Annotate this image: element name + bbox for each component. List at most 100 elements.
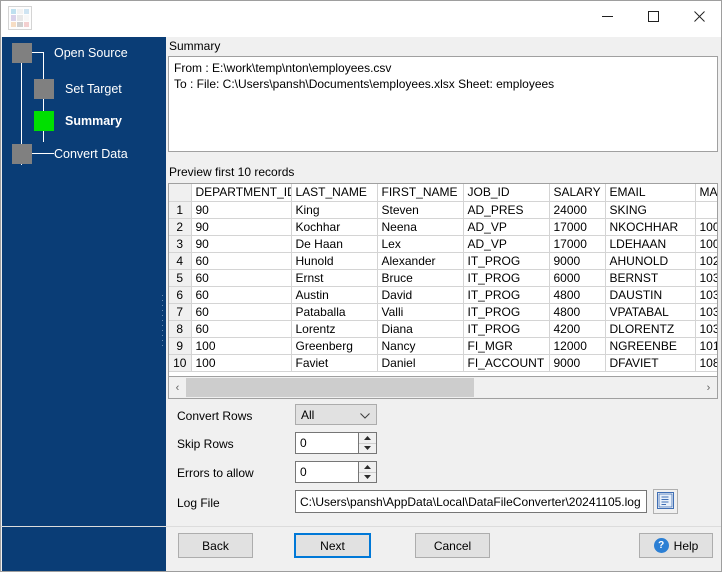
row-number-header[interactable]: 7 — [169, 303, 192, 321]
skip-rows-stepper[interactable]: 0 — [295, 432, 377, 454]
table-cell[interactable]: Alexander — [377, 252, 464, 270]
column-header[interactable]: JOB_ID — [463, 184, 550, 202]
column-header[interactable]: EMAIL — [605, 184, 696, 202]
table-cell[interactable]: Neena — [377, 218, 464, 236]
table-cell[interactable]: Faviet — [291, 354, 378, 372]
table-row[interactable]: 4 60 Hunold Alexander IT_PROG 9000 AHUNOLD 102 — [169, 252, 717, 270]
column-header[interactable]: DEPARTMENT_ID — [191, 184, 292, 202]
table-cell[interactable]: Lorentz — [291, 320, 378, 338]
table-cell[interactable]: DFAVIET — [605, 354, 696, 372]
table-cell[interactable]: AD_VP — [463, 218, 550, 236]
table-cell[interactable]: 101 — [695, 337, 717, 355]
table-cell[interactable]: 4800 — [549, 303, 606, 321]
table-cell[interactable]: 60 — [191, 286, 292, 304]
sidebar-item-summary[interactable]: Summary — [34, 110, 122, 132]
table-cell[interactable]: 9000 — [549, 354, 606, 372]
table-cell[interactable]: 17000 — [549, 218, 606, 236]
table-cell[interactable]: 102 — [695, 252, 717, 270]
scrollbar-thumb[interactable] — [186, 378, 474, 397]
stepper-buttons[interactable] — [358, 433, 376, 453]
grid-horizontal-scrollbar[interactable]: ‹ › — [168, 377, 718, 399]
minimize-button[interactable] — [584, 1, 630, 31]
table-cell[interactable]: 90 — [191, 235, 292, 253]
table-cell[interactable]: David — [377, 286, 464, 304]
convert-rows-select[interactable]: All — [295, 404, 377, 425]
table-cell[interactable]: 108 — [695, 354, 717, 372]
scroll-right-icon[interactable]: › — [700, 377, 717, 398]
table-cell[interactable]: 103 — [695, 320, 717, 338]
table-cell[interactable]: FI_MGR — [463, 337, 550, 355]
row-number-header[interactable]: 1 — [169, 201, 192, 219]
sidebar-item-set-target[interactable]: Set Target — [34, 78, 122, 100]
table-cell[interactable]: Ernst — [291, 269, 378, 287]
table-cell[interactable]: 24000 — [549, 201, 606, 219]
cancel-button[interactable]: Cancel — [415, 533, 490, 558]
table-cell[interactable]: 100 — [191, 354, 292, 372]
stepper-buttons[interactable] — [358, 462, 376, 482]
table-cell[interactable]: 100 — [695, 235, 717, 253]
back-button[interactable]: Back — [178, 533, 253, 558]
column-header[interactable]: FIRST_NAME — [377, 184, 464, 202]
table-row[interactable]: 8 60 Lorentz Diana IT_PROG 4200 DLORENTZ 103 — [169, 320, 717, 338]
table-cell[interactable]: 9000 — [549, 252, 606, 270]
table-cell[interactable]: 60 — [191, 320, 292, 338]
table-cell[interactable]: 17000 — [549, 235, 606, 253]
log-file-browse-button[interactable] — [653, 489, 678, 514]
scroll-left-icon[interactable]: ‹ — [169, 377, 186, 398]
table-cell[interactable]: Diana — [377, 320, 464, 338]
maximize-button[interactable] — [630, 1, 676, 31]
table-cell[interactable]: NGREENBE — [605, 337, 696, 355]
table-row[interactable]: 9 100 Greenberg Nancy FI_MGR 12000 NGREENBE 101 — [169, 337, 717, 355]
table-cell[interactable]: Nancy — [377, 337, 464, 355]
table-cell[interactable]: IT_PROG — [463, 320, 550, 338]
help-button[interactable]: ? Help — [639, 533, 713, 558]
table-cell[interactable]: Greenberg — [291, 337, 378, 355]
table-cell[interactable]: 6000 — [549, 269, 606, 287]
table-cell[interactable]: 90 — [191, 201, 292, 219]
table-cell[interactable] — [695, 201, 717, 219]
next-button[interactable]: Next — [294, 533, 371, 558]
table-cell[interactable]: AD_VP — [463, 235, 550, 253]
table-row[interactable]: 5 60 Ernst Bruce IT_PROG 6000 BERNST 103 — [169, 269, 717, 287]
close-button[interactable] — [676, 1, 721, 31]
column-header[interactable]: SALARY — [549, 184, 606, 202]
stepper-up-icon[interactable] — [359, 433, 376, 444]
table-cell[interactable]: LDEHAAN — [605, 235, 696, 253]
column-header[interactable]: MANAG — [695, 184, 717, 202]
table-cell[interactable]: Austin — [291, 286, 378, 304]
log-file-input[interactable]: C:\Users\pansh\AppData\Local\DataFileCon… — [295, 490, 647, 513]
table-cell[interactable]: NKOCHHAR — [605, 218, 696, 236]
summary-textbox[interactable]: From : E:\work\temp\nton\employees.csv T… — [168, 56, 718, 152]
table-cell[interactable]: Pataballa — [291, 303, 378, 321]
table-row[interactable]: 1 90 King Steven AD_PRES 24000 SKING — [169, 201, 717, 219]
table-cell[interactable]: 90 — [191, 218, 292, 236]
table-cell[interactable]: IT_PROG — [463, 303, 550, 321]
row-number-header[interactable]: 3 — [169, 235, 192, 253]
column-header[interactable]: LAST_NAME — [291, 184, 378, 202]
stepper-down-icon[interactable] — [359, 472, 376, 482]
table-cell[interactable]: SKING — [605, 201, 696, 219]
table-cell[interactable]: Steven — [377, 201, 464, 219]
table-row[interactable]: 7 60 Pataballa Valli IT_PROG 4800 VPATABAL 103 — [169, 303, 717, 321]
sidebar-item-convert-data[interactable]: Convert Data — [12, 143, 128, 165]
table-row[interactable]: 6 60 Austin David IT_PROG 4800 DAUSTIN 103 — [169, 286, 717, 304]
table-row[interactable]: 2 90 Kochhar Neena AD_VP 17000 NKOCHHAR 100 — [169, 218, 717, 236]
stepper-up-icon[interactable] — [359, 462, 376, 473]
table-cell[interactable]: 4200 — [549, 320, 606, 338]
table-cell[interactable]: 100 — [191, 337, 292, 355]
stepper-down-icon[interactable] — [359, 443, 376, 453]
table-cell[interactable]: 60 — [191, 252, 292, 270]
table-cell[interactable]: Hunold — [291, 252, 378, 270]
table-cell[interactable]: DAUSTIN — [605, 286, 696, 304]
row-number-header[interactable]: 5 — [169, 269, 192, 287]
table-cell[interactable]: FI_ACCOUNT — [463, 354, 550, 372]
table-cell[interactable]: 100 — [695, 218, 717, 236]
preview-data-grid[interactable]: DEPARTMENT_ID LAST_NAME FIRST_NAME JOB_I… — [168, 183, 718, 377]
row-number-header[interactable]: 10 — [169, 354, 192, 372]
errors-to-allow-stepper[interactable]: 0 — [295, 461, 377, 483]
table-cell[interactable]: 4800 — [549, 286, 606, 304]
table-cell[interactable]: 103 — [695, 303, 717, 321]
table-cell[interactable]: AD_PRES — [463, 201, 550, 219]
table-cell[interactable]: AHUNOLD — [605, 252, 696, 270]
table-cell[interactable]: Valli — [377, 303, 464, 321]
